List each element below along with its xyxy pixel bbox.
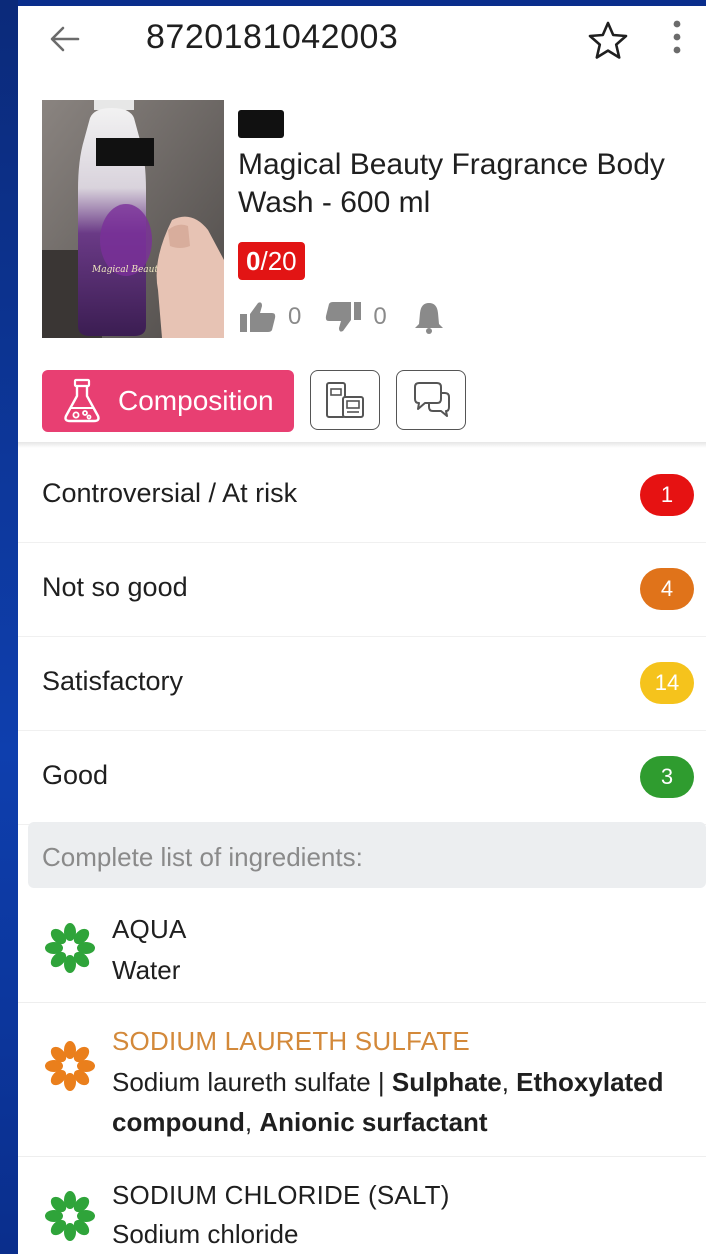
tab-products[interactable] [310,370,380,430]
green-flower-icon [45,923,95,973]
background-edge [0,0,18,1254]
ingredient-name: AQUA [112,914,187,944]
barcode-title: 8720181042003 [146,18,399,56]
cosmetic-products-icon [326,382,364,418]
score-value: 0 [246,246,261,276]
category-row-not-so-good[interactable]: Not so good 4 [18,542,706,637]
ingredient-row[interactable]: AQUA Water [18,892,706,1003]
bell-icon[interactable] [409,300,449,334]
category-label: Controversial / At risk [42,478,298,508]
dislikes-count: 0 [373,303,387,330]
ingredient-tag: Sulphate [391,1067,502,1097]
product-photo[interactable]: Magical Beauty [42,100,224,338]
product-name: Magical Beauty Fragrance Body Wash - 600… [238,148,665,219]
ingredient-description: Sodium chloride [112,1219,299,1249]
more-options-icon[interactable] [670,18,684,58]
category-count-badge: 4 [640,568,694,610]
back-arrow-icon[interactable] [48,22,82,56]
ingredient-name: SODIUM CHLORIDE (SALT) [112,1180,450,1210]
flask-icon [64,378,100,423]
redacted-brand-name [238,110,284,138]
tab-composition-label: Composition [118,385,274,416]
ingredient-row[interactable]: SODIUM CHLORIDE (SALT) Sodium chloride [18,1156,706,1254]
score-badge[interactable]: 0/20 [238,242,305,280]
ingredients-list-header: Complete list of ingredients: [28,822,706,888]
favorite-star-icon[interactable] [586,20,630,60]
orange-flower-icon [45,1041,95,1091]
category-count-badge: 3 [640,756,694,798]
ingredient-row[interactable]: SODIUM LAURETH SULFATE Sodium laureth su… [18,1002,706,1157]
ingredient-name: SODIUM LAURETH SULFATE [112,1026,470,1056]
category-label: Satisfactory [42,666,184,696]
ingredient-tag-separator: , [501,1067,517,1097]
product-stats: 0 0 [238,300,449,334]
category-row-controversial[interactable]: Controversial / At risk 1 [18,448,706,543]
product-photo-illustration: Magical Beauty [42,100,224,338]
tab-composition[interactable]: Composition [42,370,294,432]
ingredient-description: Water [112,955,181,985]
likes-count: 0 [288,303,302,330]
ingredient-tag: Anionic surfactant [259,1107,488,1137]
ingredient-description: Sodium laureth sulfate | Sulphate, Ethox… [112,1062,692,1142]
tab-reviews[interactable] [396,370,466,430]
category-row-satisfactory[interactable]: Satisfactory 14 [18,636,706,731]
ingredient-inci-name: Sodium laureth sulfate | [112,1067,392,1097]
chat-bubbles-icon [414,382,450,417]
ingredient-tag-separator: , [244,1107,260,1137]
thumbs-up-icon[interactable] [238,300,278,334]
category-count-badge: 14 [640,662,694,704]
ingredients-header-label: Complete list of ingredients: [42,842,363,872]
category-count-badge: 1 [640,474,694,516]
thumbs-down-icon[interactable] [323,300,363,334]
category-row-good[interactable]: Good 3 [18,730,706,825]
svg-text:Magical Beauty: Magical Beauty [91,265,164,275]
app-screen: 8720181042003 Magical Beauty Magical Bea… [18,6,706,1254]
category-label: Not so good [42,572,188,602]
green-flower-icon [45,1191,95,1241]
category-label: Good [42,760,109,790]
score-total: /20 [260,246,297,276]
top-bar: 8720181042003 [18,6,706,72]
